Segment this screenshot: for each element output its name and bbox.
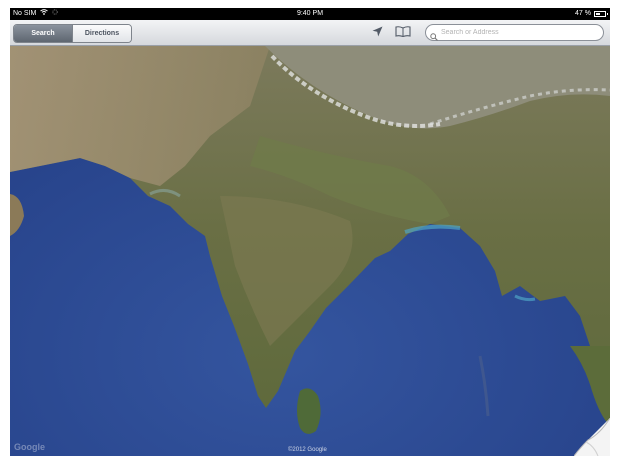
search-icon (430, 28, 438, 46)
satellite-imagery (10, 46, 610, 456)
bookmarks-button[interactable] (393, 25, 413, 40)
battery-percent: 47 % (575, 10, 591, 17)
map-copyright: ©2012 Google (288, 447, 327, 453)
page-curl-icon (574, 418, 610, 456)
tab-search[interactable]: Search (14, 25, 73, 42)
ipad-screen: No SIM 9:40 PM 47 % Search Directions Se… (10, 8, 610, 456)
current-location-button[interactable] (369, 25, 385, 40)
tab-directions[interactable]: Directions (73, 25, 131, 42)
google-logo: Google (14, 442, 45, 452)
battery-icon (594, 11, 608, 17)
satellite-map[interactable]: Google ©2012 Google (10, 46, 610, 456)
page-curl-button[interactable] (574, 418, 610, 456)
status-bar: No SIM 9:40 PM 47 % (10, 8, 610, 20)
clock: 9:40 PM (296, 10, 324, 17)
search-field[interactable] (425, 24, 604, 41)
book-icon (395, 24, 411, 42)
maps-toolbar: Search Directions (10, 20, 610, 46)
search-input[interactable] (441, 26, 596, 39)
mode-segmented-control: Search Directions (13, 24, 132, 43)
location-arrow-icon (372, 24, 383, 42)
